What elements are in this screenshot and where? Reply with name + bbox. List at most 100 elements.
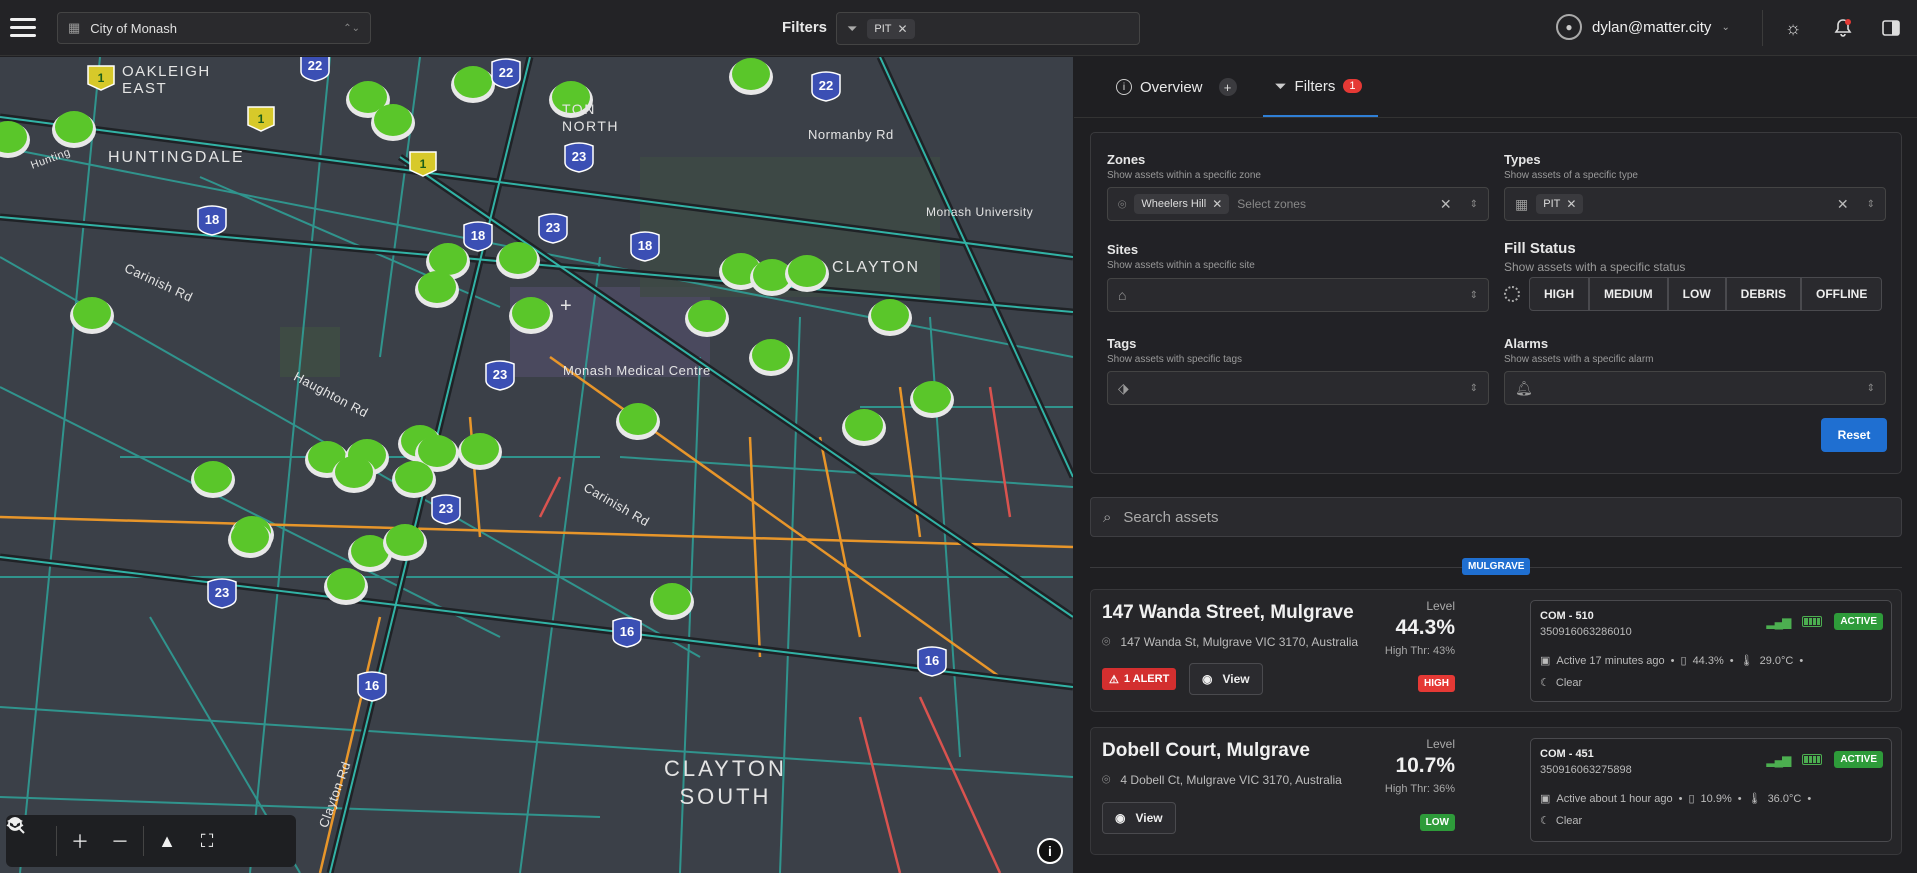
- map-label-normanby: Normanby Rd: [808, 127, 894, 142]
- route-shield-label: 23: [493, 367, 507, 382]
- user-menu[interactable]: ● dylan@matter.city ⌄: [1556, 14, 1730, 40]
- view-button[interactable]: ◉ View: [1189, 663, 1263, 695]
- device-serial: 350916063286010: [1540, 626, 1632, 638]
- remove-chip-icon[interactable]: ✕: [898, 22, 908, 36]
- sites-select[interactable]: ⌂ ⇕: [1107, 278, 1489, 312]
- clear-icon[interactable]: ✕: [1440, 196, 1452, 213]
- types-subtitle: Show assets of a specific type: [1504, 170, 1638, 181]
- level-badge: LOW: [1419, 814, 1455, 831]
- map-medical-cross-icon: +: [560, 295, 573, 317]
- device-temp: 29.0°C: [1759, 654, 1794, 667]
- device-info-line: ▣ Active 17 minutes ago • ▯ 44.3% • 🌡︎ 2…: [1540, 654, 1803, 668]
- add-icon[interactable]: +: [1218, 78, 1237, 96]
- route-shield: 23: [431, 494, 461, 525]
- tag-icon: ⬗: [1118, 379, 1129, 396]
- separator-dot: •: [1678, 792, 1683, 805]
- fill-status-group: Fill Status Show assets with a specific …: [1504, 240, 1685, 274]
- map-view[interactable]: 22 22 22 1 1 1 18 18 18 23 23 23 23 23 16 16 16 OAKLEIGH…: [0, 57, 1073, 873]
- chevron-updown-icon: ⇕: [1866, 382, 1875, 394]
- asset-card[interactable]: Dobell Court, Mulgrave ⌾ 4 Dobell Ct, Mu…: [1090, 727, 1902, 855]
- route-shield-label: 22: [819, 78, 833, 93]
- funnel-icon: ⏷: [847, 20, 858, 36]
- route-shield-label: 23: [215, 585, 229, 600]
- zoom-in-icon[interactable]: ＋: [63, 824, 97, 858]
- funnel-icon: ⏷: [1274, 77, 1287, 95]
- route-shield-label: 22: [308, 58, 322, 73]
- header-filter-input[interactable]: ⏷ PIT ✕: [836, 12, 1140, 45]
- route-shield: 16: [917, 646, 947, 677]
- route-shield-label: 22: [499, 65, 513, 80]
- fill-gauge-icon: ▯: [1680, 655, 1687, 667]
- device-status-icons: ▂▄▆ ACTIVE: [1766, 751, 1883, 768]
- route-shield: 18: [630, 231, 660, 262]
- chevron-updown-icon: ⇕: [1469, 382, 1478, 394]
- tab-overview[interactable]: i Overview +: [1104, 57, 1249, 117]
- device-temp: 36.0°C: [1767, 792, 1802, 805]
- device-status-badge: ACTIVE: [1834, 751, 1883, 768]
- route-shield-label: 23: [546, 220, 560, 235]
- asset-card[interactable]: 147 Wanda Street, Mulgrave ⌾ 147 Wanda S…: [1090, 589, 1902, 712]
- route-shield-label: 16: [620, 624, 634, 639]
- map-label-oakleigh-east: OAKLEIGH EAST: [122, 63, 211, 97]
- organization-select[interactable]: ▦ City of Monash ⌃⌄: [57, 12, 371, 44]
- device-name: COM - 451: [1540, 748, 1594, 760]
- status-debris-button[interactable]: DEBRIS: [1725, 277, 1802, 311]
- sites-subtitle: Show assets within a specific site: [1107, 260, 1255, 271]
- map-toolbar: ＋ － ▲ ⛶: [6, 815, 296, 867]
- tabs-divider: [1074, 117, 1917, 118]
- status-medium-button[interactable]: MEDIUM: [1589, 277, 1668, 311]
- compass-arrow-icon[interactable]: ▲: [150, 824, 184, 858]
- panel-toggle-icon[interactable]: [1879, 16, 1903, 40]
- route-shield: 22: [300, 57, 330, 82]
- level-value: 44.3%: [1395, 616, 1455, 639]
- signal-icon: ▂▄▆: [1766, 752, 1791, 767]
- route-shield-label: 23: [572, 149, 586, 164]
- alarms-select[interactable]: 🔔︎ ⇕: [1504, 371, 1886, 405]
- route-shield: 18: [197, 205, 227, 236]
- eye-icon: ◉: [1115, 811, 1126, 825]
- zones-select[interactable]: ⌾ Wheelers Hill ✕ Select zones ✕ ⇕: [1107, 187, 1489, 221]
- status-high-button[interactable]: HIGH: [1529, 277, 1589, 311]
- route-shield-label: 1: [420, 157, 427, 171]
- remove-chip-icon[interactable]: ✕: [1566, 197, 1576, 211]
- zoom-out-icon[interactable]: －: [103, 824, 137, 858]
- status-offline-button[interactable]: OFFLINE: [1801, 277, 1883, 311]
- map-label-clayton-south: CLAYTON SOUTH: [664, 756, 787, 809]
- zones-subtitle: Show assets within a specific zone: [1107, 170, 1261, 181]
- tags-title: Tags: [1107, 336, 1137, 351]
- device-activity: Active 17 minutes ago: [1556, 654, 1665, 667]
- right-panel: i Overview + ⏷ Filters 1 Zones Show asse…: [1074, 57, 1917, 873]
- map-info-icon[interactable]: i: [1037, 838, 1063, 864]
- route-shield: 23: [564, 142, 594, 173]
- separator-dot: •: [1737, 792, 1742, 805]
- asset-address: ⌾ 4 Dobell Ct, Mulgrave VIC 3170, Austra…: [1102, 771, 1342, 788]
- route-shield-label: 18: [471, 228, 485, 243]
- fit-bounds-icon[interactable]: ⛶: [190, 824, 224, 858]
- theme-toggle-icon[interactable]: ☼: [1781, 16, 1805, 40]
- view-button[interactable]: ◉ View: [1102, 802, 1176, 834]
- user-avatar-icon: ●: [1556, 14, 1582, 40]
- device-condition-line: ☾ Clear: [1540, 676, 1582, 690]
- organization-name: City of Monash: [90, 20, 177, 36]
- clear-icon[interactable]: ✕: [1837, 196, 1849, 213]
- asset-title: Dobell Court, Mulgrave: [1102, 740, 1310, 761]
- status-low-button[interactable]: LOW: [1667, 277, 1726, 311]
- notifications-bell-icon[interactable]: [1831, 16, 1855, 40]
- tags-select[interactable]: ⬗ ⇕: [1107, 371, 1489, 405]
- map-label-monash-university: Monash University: [926, 205, 1034, 219]
- hamburger-menu-icon[interactable]: [10, 12, 38, 42]
- header-divider: [1762, 10, 1763, 46]
- high-threshold: High Thr: 43%: [1384, 645, 1455, 657]
- remove-chip-icon[interactable]: ✕: [1212, 197, 1222, 211]
- chevron-updown-icon: ⇕: [1469, 289, 1478, 301]
- device-fill: 10.9%: [1700, 792, 1732, 805]
- calendar-icon: ▣: [1540, 793, 1551, 805]
- search-assets-input[interactable]: ⌕ Search assets: [1090, 497, 1902, 537]
- locate-search-icon[interactable]: [8, 817, 264, 858]
- types-title: Types: [1504, 152, 1541, 167]
- tab-filters[interactable]: ⏷ Filters 1: [1262, 57, 1378, 117]
- level-label: Level: [1426, 599, 1455, 613]
- fill-status-subtitle: Show assets with a specific status: [1504, 260, 1686, 274]
- reset-button[interactable]: Reset: [1821, 418, 1887, 452]
- types-select[interactable]: ▦ PIT ✕ ✕ ⇕: [1504, 187, 1886, 221]
